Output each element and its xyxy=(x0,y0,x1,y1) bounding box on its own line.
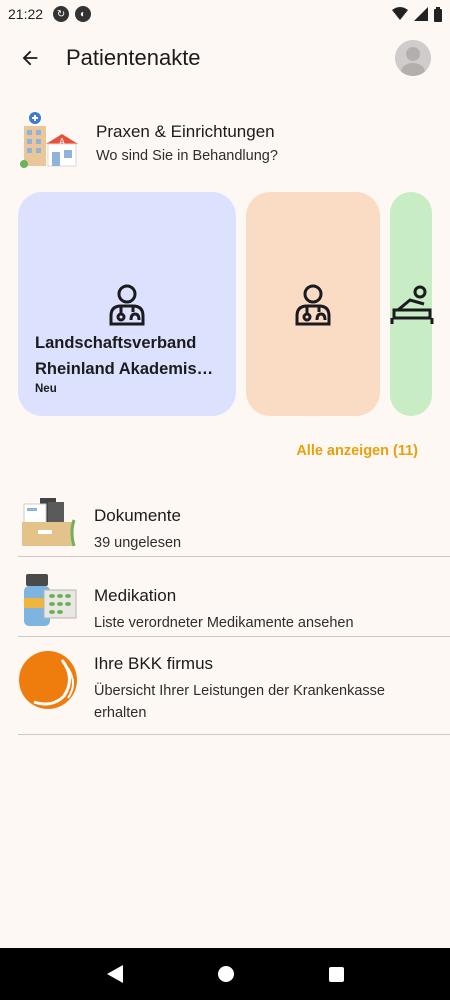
back-button[interactable] xyxy=(0,28,60,88)
app-bar: Patientenakte xyxy=(0,28,450,88)
list-item-dokumente[interactable]: Dokumente 39 ungelesen xyxy=(18,492,450,554)
status-time: 21:22 xyxy=(8,6,44,22)
user-avatar-icon xyxy=(395,40,431,76)
divider xyxy=(18,556,450,557)
nav-recents-icon[interactable] xyxy=(328,966,344,982)
massage-bed-icon xyxy=(390,285,434,324)
praxen-subtitle: Wo sind Sie in Behandlung? xyxy=(96,148,278,164)
facility-card-name-line1: Landschaftsverband xyxy=(35,334,197,352)
avatar[interactable] xyxy=(395,40,431,76)
dokumente-title: Dokumente xyxy=(94,506,181,525)
battery-icon xyxy=(434,6,442,22)
cellular-signal-icon xyxy=(414,7,428,21)
show-all-link[interactable]: Alle anzeigen (11) xyxy=(296,443,418,459)
clinic-building-icon: A xyxy=(20,112,78,168)
praxen-section[interactable]: A Praxen & Einrichtungen Wo sind Sie in … xyxy=(18,108,438,178)
wifi-icon xyxy=(392,7,408,20)
nav-home-icon[interactable] xyxy=(217,966,234,982)
status-bar: 21:22 ↻ ◐ xyxy=(0,0,450,28)
facility-card[interactable]: Landschaftsverband Rheinland Akademis… N… xyxy=(18,192,236,416)
facility-card-name-line2: Rheinland Akademis… xyxy=(35,360,214,378)
facility-carousel[interactable]: Landschaftsverband Rheinland Akademis… N… xyxy=(18,192,450,418)
divider xyxy=(18,636,450,637)
nav-back-icon[interactable] xyxy=(106,965,123,983)
doctor-icon xyxy=(295,284,331,326)
list-item-bkk[interactable]: Ihre BKK firmus Übersicht Ihrer Leistung… xyxy=(18,650,450,724)
system-nav-bar xyxy=(0,948,450,1000)
divider xyxy=(18,734,450,735)
dokumente-subtitle: 39 ungelesen xyxy=(94,535,182,551)
arrow-back-icon xyxy=(22,50,38,66)
svg-text:A: A xyxy=(59,137,65,146)
medikation-title: Medikation xyxy=(94,586,177,605)
facility-card[interactable] xyxy=(390,192,434,416)
page-title: Patientenakte xyxy=(66,45,201,70)
app-status-icon: ◐ xyxy=(75,6,92,22)
sync-status-icon: ↻ xyxy=(53,6,70,22)
bkk-subtitle-line2: erhalten xyxy=(94,705,147,721)
medikation-subtitle: Liste verordneter Medikamente ansehen xyxy=(94,615,354,631)
doctor-icon xyxy=(109,284,145,326)
bkk-title: Ihre BKK firmus xyxy=(94,654,214,673)
documents-box-icon xyxy=(22,498,76,547)
medication-icon xyxy=(24,574,77,626)
praxen-title: Praxen & Einrichtungen xyxy=(96,122,275,141)
bkk-subtitle: Übersicht Ihrer Leistungen der Krankenka… xyxy=(94,680,385,724)
facility-card[interactable] xyxy=(246,192,380,416)
list-item-medikation[interactable]: Medikation Liste verordneter Medikamente… xyxy=(18,572,450,634)
bkk-logo-icon xyxy=(19,651,77,709)
bkk-subtitle-line1: Übersicht Ihrer Leistungen der Krankenka… xyxy=(94,683,385,699)
facility-card-name: Landschaftsverband Rheinland Akademis… xyxy=(35,330,225,382)
facility-card-badge: Neu xyxy=(35,383,57,395)
